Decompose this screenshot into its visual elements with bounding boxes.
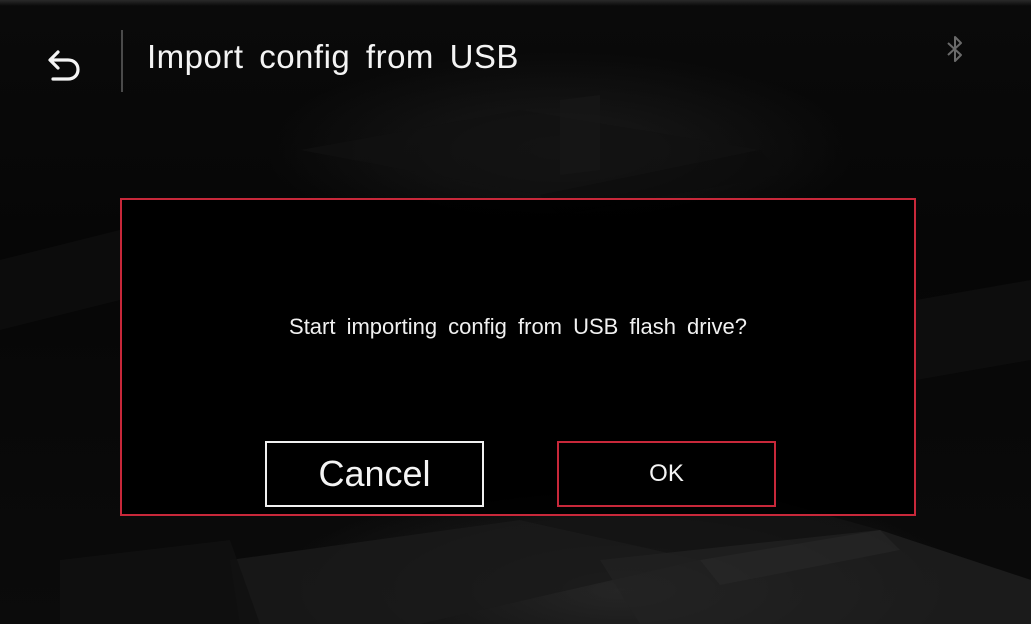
bluetooth-icon: [947, 36, 962, 62]
confirm-dialog: Start importing config from USB flash dr…: [120, 198, 916, 516]
cancel-button[interactable]: Cancel: [265, 441, 484, 507]
page-title: Import config from USB: [147, 38, 519, 75]
screen: Import config from USB Start importing c…: [0, 0, 1031, 624]
header-bar: Import config from USB: [0, 0, 1031, 120]
back-arrow-icon: [48, 50, 80, 81]
back-button[interactable]: [40, 40, 88, 88]
header-divider: [121, 30, 123, 92]
ok-button[interactable]: OK: [557, 441, 776, 507]
dialog-message: Start importing config from USB flash dr…: [289, 314, 747, 339]
